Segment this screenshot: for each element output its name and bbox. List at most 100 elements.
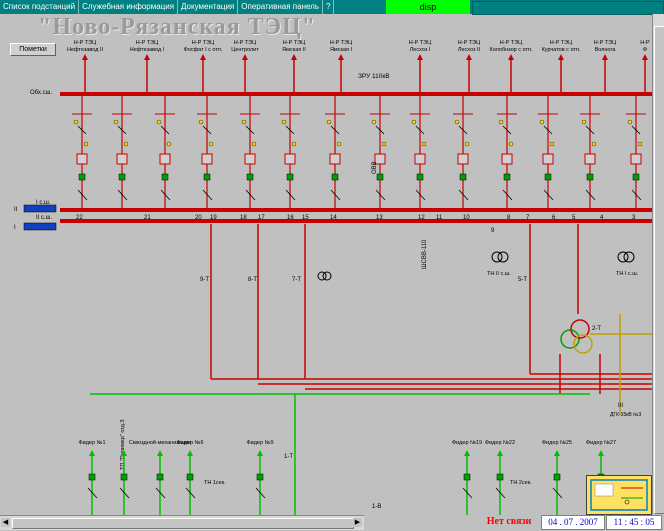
transformer-5t-label: 5-Т	[518, 277, 527, 283]
bottom-feeder[interactable]: Фидер №22	[485, 440, 515, 515]
top-feeder-label-2: Лесхоз I	[410, 47, 431, 53]
top-feeder[interactable]: Н-Р ТЭЦНефтезавод I	[130, 40, 165, 94]
top-feeder-label-1: Н-Р ТЭЦ	[550, 40, 572, 46]
bus-indicator-2[interactable]	[23, 222, 57, 231]
menu-item-documentation[interactable]: Документация	[178, 0, 239, 14]
breaker-icon[interactable]	[201, 153, 213, 165]
transformer-tn1-symbol[interactable]	[617, 251, 635, 263]
breaker-icon[interactable]	[630, 153, 642, 165]
top-feeder-label-1: Н-Р ТЭЦ	[409, 40, 431, 46]
breaker-icon[interactable]	[244, 153, 256, 165]
bottom-feeder[interactable]: Фидер №19	[452, 440, 482, 515]
breaker-icon[interactable]	[159, 153, 171, 165]
transformer-tn2-symbol[interactable]	[491, 251, 509, 263]
cell-number: 14	[330, 215, 337, 221]
bay-cell[interactable]	[197, 94, 217, 210]
bay-cell[interactable]	[497, 94, 517, 210]
top-feeder-label-2: Ямская II	[282, 47, 306, 53]
single-line-diagram[interactable]: Н-Р ТЭЦНефтезавод IIН-Р ТЭЦНефтезавод IН…	[0, 14, 652, 515]
breaker-icon[interactable]	[284, 153, 296, 165]
breaker-icon[interactable]	[76, 153, 88, 165]
bus-indicator-1[interactable]	[23, 204, 57, 213]
top-feeder-label-1: Н-Р ТЭЦ	[500, 40, 522, 46]
transformer-9t-label: 9-Т	[200, 277, 209, 283]
menu-item-service-info[interactable]: Служебная информация	[79, 0, 179, 14]
top-feeder-label-2: Колобнзор с отп.	[489, 47, 532, 53]
iii-label: III	[618, 403, 623, 409]
bay-cell[interactable]	[626, 94, 646, 210]
bay-cell[interactable]	[580, 94, 600, 210]
vertical-scrollbar[interactable]	[652, 14, 664, 514]
bottom-feeder[interactable]: Фидер №1	[78, 440, 106, 515]
cell-number: 18	[240, 215, 247, 221]
feeder-arrow-icon	[200, 54, 206, 60]
bottom-feeder[interactable]: Фидер №6	[176, 440, 204, 515]
bay-cell[interactable]	[410, 94, 430, 210]
top-feeder-label-1: Н-Р ТЭЦ	[283, 40, 305, 46]
disp-indicator[interactable]: disp	[386, 0, 470, 14]
breaker-icon[interactable]	[116, 153, 128, 165]
bay-cell[interactable]	[155, 94, 175, 210]
vertical-scroll-thumb[interactable]	[654, 26, 664, 514]
top-feeder[interactable]: Н-Р ТЭЦЛесхоз I	[409, 40, 431, 94]
breaker-icon[interactable]	[542, 153, 554, 165]
cell-number: 16	[287, 215, 294, 221]
transformer-7t-symbol[interactable]	[317, 271, 332, 281]
top-feeder-label-2: Курчатов с отп.	[542, 47, 581, 53]
top-feeder-label-2: Нефтезавод II	[67, 47, 103, 53]
feeder-arrow-icon	[642, 54, 648, 60]
scroll-left-icon[interactable]: ◀	[1, 518, 10, 527]
bottom-feeder[interactable]: Сквоздной-механизации	[129, 439, 191, 515]
bay-cell[interactable]	[112, 94, 132, 210]
bay-cell[interactable]	[538, 94, 558, 210]
bottom-feeder[interactable]: Фидер №9	[246, 440, 274, 515]
top-feeder[interactable]: Н-РФ	[640, 40, 650, 94]
bottom-feeder[interactable]: ТП "Полимер" отд.3	[119, 420, 130, 515]
transformer-2t-symbol[interactable]	[560, 319, 593, 354]
breaker-icon[interactable]	[457, 153, 469, 165]
bottom-feeder-label: Фидер №6	[176, 440, 203, 446]
top-feeder[interactable]: Н-Р ТЭЦНефтезавод II	[67, 40, 103, 94]
scroll-right-icon[interactable]: ▶	[353, 518, 362, 527]
top-feeder[interactable]: Н-Р ТЭЦФосфат I с отп.	[184, 40, 223, 94]
bay-cell[interactable]	[280, 94, 300, 210]
cell-number: 10	[463, 215, 470, 221]
dgr-label: ДГК-35кВ №3	[610, 412, 642, 418]
top-feeder[interactable]: Н-Р ТЭЦКурчатов с отп.	[542, 40, 581, 94]
horizontal-scrollbar[interactable]: ◀ ▶	[0, 515, 364, 530]
top-feeder-label-1: Н-Р ТЭЦ	[594, 40, 616, 46]
tn2-label: ТН II с.ш.	[487, 271, 511, 277]
bay-cell[interactable]	[370, 94, 390, 210]
top-feeder-label-2: Фосфат I с отп.	[184, 47, 223, 53]
bay-cell[interactable]	[72, 94, 92, 210]
top-feeder-label-1: Н-Р ТЭЦ	[74, 40, 96, 46]
bottom-feeder-label: Фидер №1	[78, 440, 105, 446]
cell-number: 22	[76, 215, 83, 221]
shsv-label: ШСВВ-110	[422, 239, 428, 269]
cell-number: 11	[436, 215, 443, 221]
bay-cell[interactable]	[240, 94, 260, 210]
feeder-arrow-icon	[466, 54, 472, 60]
bay-cell[interactable]	[325, 94, 345, 210]
top-feeder[interactable]: Н-Р ТЭЦВолнога	[594, 40, 617, 94]
horizontal-scroll-thumb[interactable]	[12, 518, 354, 529]
breaker-icon[interactable]	[329, 153, 341, 165]
top-feeder[interactable]: Н-Р ТЭЦЯмская II	[282, 40, 306, 94]
bottom-feeder-label: Фидер №25	[542, 440, 572, 446]
bottom-feeder[interactable]: Фидер №25	[542, 440, 572, 515]
breaker-icon[interactable]	[414, 153, 426, 165]
top-feeder[interactable]: Н-Р ТЭЦЛесхоз II	[458, 40, 481, 94]
top-feeder[interactable]: Н-Р ТЭЦКолобнзор с отп.	[489, 40, 533, 94]
bay-cell[interactable]	[453, 94, 473, 210]
menu-item-substations[interactable]: Список подстанций	[0, 0, 80, 14]
breaker-icon[interactable]	[501, 153, 513, 165]
top-menu-bar: Список подстанций Служебная информация Д…	[0, 0, 664, 15]
menu-item-operative-panel[interactable]: Оперативная панель	[238, 0, 324, 14]
top-feeder[interactable]: Н-Р ТЭЦЦентролит	[231, 40, 259, 94]
overview-minimap[interactable]	[586, 475, 652, 515]
breaker-icon[interactable]	[584, 153, 596, 165]
top-feeder-label-2: Лесхоз II	[458, 47, 481, 53]
top-feeder[interactable]: Н-Р ТЭЦЯмская I	[330, 40, 353, 94]
time-display: 11 : 45 : 05	[606, 515, 662, 530]
menu-item-help[interactable]: ?	[323, 0, 335, 14]
